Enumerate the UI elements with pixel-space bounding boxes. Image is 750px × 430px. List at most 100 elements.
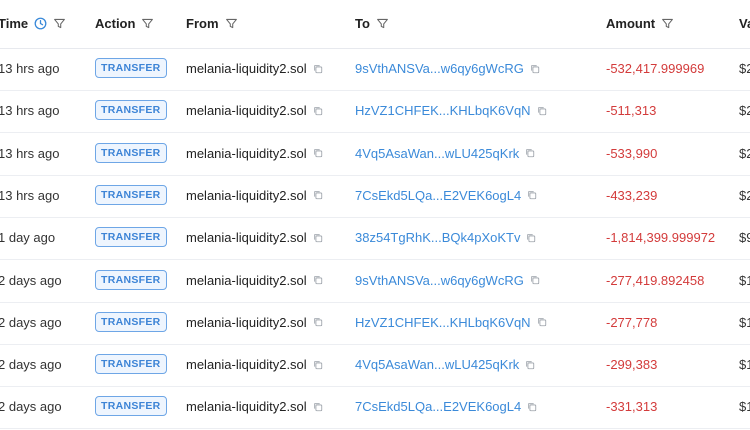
filter-icon[interactable] [376, 17, 389, 30]
table-row: 13 hrs ago TRANSFER melania-liquidity2.s… [0, 175, 750, 218]
value-cell: $9 [739, 230, 750, 246]
to-address-link[interactable]: 4Vq5AsaWan...wLU425qKrk [355, 146, 535, 161]
from-address[interactable]: melania-liquidity2.sol [186, 399, 323, 414]
to-address-link[interactable]: HzVZ1CHFEK...KHLbqK6VqN [355, 103, 547, 118]
from-address[interactable]: melania-liquidity2.sol [186, 61, 323, 76]
header-from: From [186, 16, 238, 31]
transfer-badge[interactable]: TRANSFER [95, 142, 167, 163]
value-cell: $2 [739, 187, 750, 203]
time-cell: 2 days ago [0, 357, 62, 373]
from-address[interactable]: melania-liquidity2.sol [186, 230, 323, 245]
amount-cell: -1,814,399.999972 [606, 230, 716, 246]
copy-icon[interactable] [530, 64, 540, 74]
amount-cell: -532,417.999969 [606, 61, 705, 76]
to-address-link[interactable]: 9sVthANSVa...w6qy6gWcRG [355, 61, 540, 76]
to-address-link[interactable]: 9sVthANSVa...w6qy6gWcRG [355, 273, 540, 288]
header-action-label: Action [95, 16, 136, 31]
header-value-label: Va [739, 16, 750, 31]
header-value: Va [739, 16, 750, 31]
header-to: To [355, 16, 389, 31]
from-address[interactable]: melania-liquidity2.sol [186, 315, 323, 330]
header-from-label: From [186, 16, 219, 31]
time-cell: 1 day ago [0, 230, 56, 246]
value-cell: $1 [739, 357, 750, 373]
copy-icon[interactable] [537, 106, 547, 116]
to-address-link[interactable]: HzVZ1CHFEK...KHLbqK6VqN [355, 315, 547, 330]
from-address[interactable]: melania-liquidity2.sol [186, 188, 323, 203]
header-time: Time [0, 16, 66, 31]
filter-icon[interactable] [661, 17, 674, 30]
header-time-label: Time [0, 16, 29, 31]
time-cell: 2 days ago [0, 399, 62, 415]
amount-cell: -299,383 [606, 357, 658, 373]
transfer-badge[interactable]: TRANSFER [95, 184, 167, 205]
table-row: 1 day ago TRANSFER melania-liquidity2.so… [0, 217, 750, 261]
filter-icon[interactable] [53, 17, 66, 30]
transfer-badge[interactable]: TRANSFER [95, 269, 167, 290]
table-row: 13 hrs ago TRANSFER melania-liquidity2.s… [0, 90, 750, 134]
copy-icon[interactable] [313, 233, 323, 243]
copy-icon[interactable] [527, 190, 537, 200]
time-cell: 13 hrs ago [0, 61, 60, 76]
value-cell: $1 [739, 314, 750, 330]
amount-cell: -331,313 [606, 399, 658, 415]
copy-icon[interactable] [530, 275, 540, 285]
from-address[interactable]: melania-liquidity2.sol [186, 146, 323, 161]
to-address-link[interactable]: 38z54TgRhK...BQk4pXoKTv [355, 230, 536, 245]
copy-icon[interactable] [313, 190, 323, 200]
transfer-badge[interactable]: TRANSFER [95, 311, 167, 332]
copy-icon[interactable] [313, 106, 323, 116]
transfer-badge[interactable]: TRANSFER [95, 58, 167, 78]
transfer-badge[interactable]: TRANSFER [95, 354, 167, 375]
value-cell: $2 [739, 103, 750, 119]
header-action: Action [95, 16, 154, 31]
table-row: 2 days ago TRANSFER melania-liquidity2.s… [0, 386, 750, 430]
amount-cell: -277,778 [606, 314, 658, 330]
time-cell: 13 hrs ago [0, 103, 60, 119]
value-cell: $2 [739, 61, 750, 76]
time-cell: 2 days ago [0, 272, 62, 288]
to-address-link[interactable]: 7CsEkd5LQa...E2VEK6ogL4 [355, 188, 537, 203]
copy-icon[interactable] [537, 317, 547, 327]
header-to-label: To [355, 16, 370, 31]
copy-icon[interactable] [313, 360, 323, 370]
table-row: 13 hrs ago TRANSFER melania-liquidity2.s… [0, 48, 750, 91]
table-header: Time Action From To Amount V [0, 0, 750, 49]
header-amount-label: Amount [606, 16, 656, 31]
table-row: 2 days ago TRANSFER melania-liquidity2.s… [0, 302, 750, 345]
time-cell: 13 hrs ago [0, 145, 60, 161]
value-cell: $1 [739, 399, 750, 415]
header-amount: Amount [606, 16, 674, 31]
copy-icon[interactable] [313, 402, 323, 412]
copy-icon[interactable] [526, 233, 536, 243]
to-address-link[interactable]: 4Vq5AsaWan...wLU425qKrk [355, 357, 535, 372]
time-cell: 2 days ago [0, 314, 62, 330]
from-address[interactable]: melania-liquidity2.sol [186, 273, 323, 288]
copy-icon[interactable] [313, 317, 323, 327]
table-row: 13 hrs ago TRANSFER melania-liquidity2.s… [0, 133, 750, 176]
table-row: 2 days ago TRANSFER melania-liquidity2.s… [0, 344, 750, 388]
copy-icon[interactable] [527, 402, 537, 412]
from-address[interactable]: melania-liquidity2.sol [186, 103, 323, 118]
copy-icon[interactable] [525, 148, 535, 158]
copy-icon[interactable] [313, 275, 323, 285]
transfer-badge[interactable]: TRANSFER [95, 227, 167, 248]
amount-cell: -511,313 [606, 103, 657, 119]
table-row: 2 days ago TRANSFER melania-liquidity2.s… [0, 260, 750, 303]
from-address[interactable]: melania-liquidity2.sol [186, 357, 323, 372]
copy-icon[interactable] [313, 148, 323, 158]
time-cell: 13 hrs ago [0, 187, 60, 203]
to-address-link[interactable]: 7CsEkd5LQa...E2VEK6ogL4 [355, 399, 537, 414]
filter-icon[interactable] [141, 17, 154, 30]
amount-cell: -533,990 [606, 145, 658, 161]
amount-cell: -277,419.892458 [606, 272, 705, 288]
value-cell: $1 [739, 272, 750, 288]
filter-icon[interactable] [225, 17, 238, 30]
transfer-badge[interactable]: TRANSFER [95, 396, 167, 417]
value-cell: $2 [739, 145, 750, 161]
amount-cell: -433,239 [606, 187, 658, 203]
clock-icon[interactable] [34, 17, 47, 30]
copy-icon[interactable] [313, 64, 323, 74]
copy-icon[interactable] [525, 360, 535, 370]
transfer-badge[interactable]: TRANSFER [95, 100, 167, 121]
